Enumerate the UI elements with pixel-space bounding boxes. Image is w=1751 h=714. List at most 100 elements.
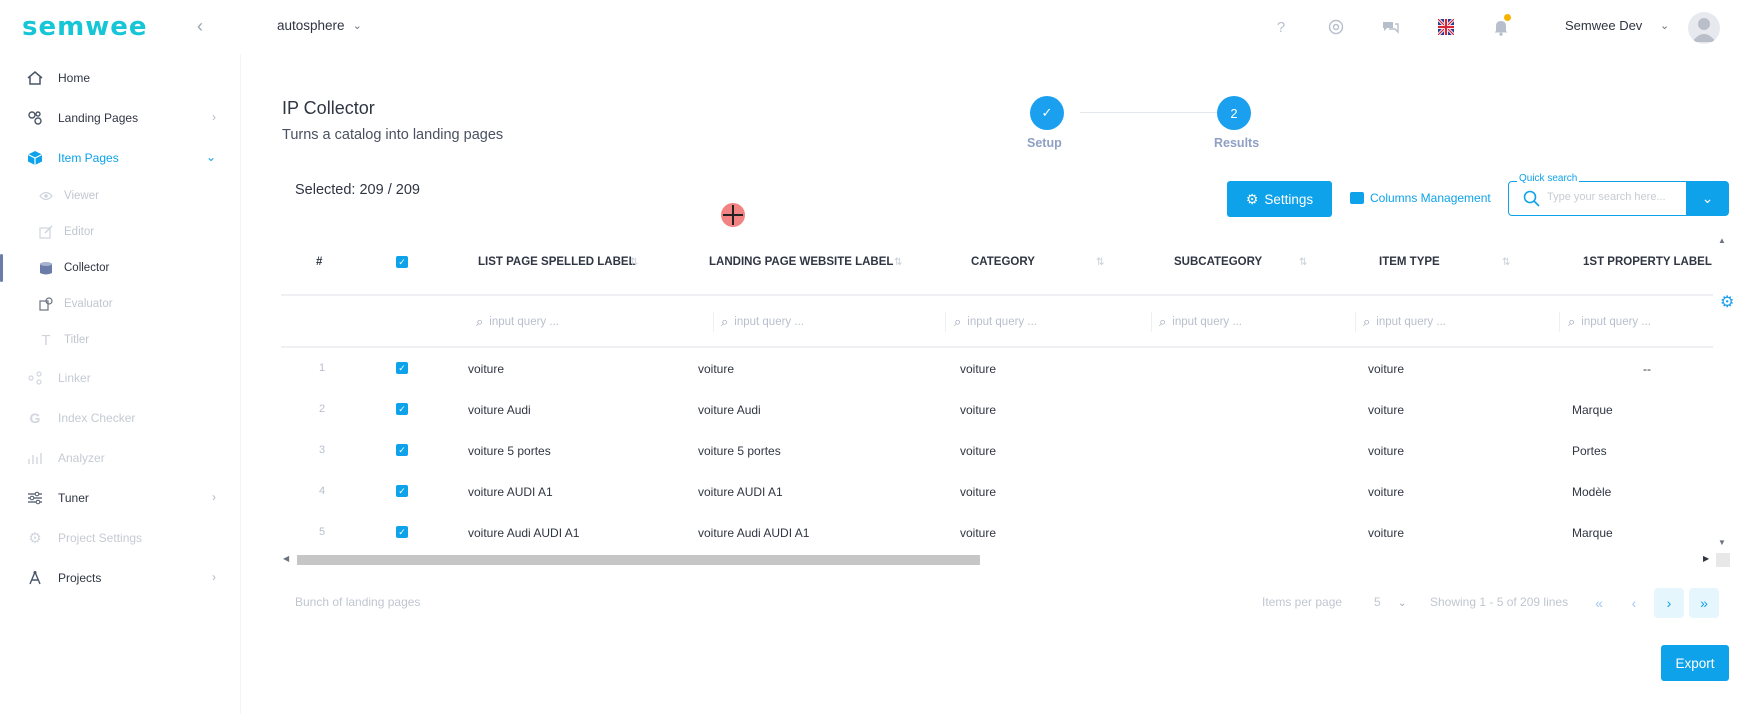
column-header-index[interactable]: # xyxy=(316,256,322,268)
column-divider xyxy=(1559,312,1560,332)
sidebar-item-home[interactable]: Home xyxy=(0,58,240,98)
filter-input-first-property[interactable]: ⌕ input query ... xyxy=(1568,314,1651,330)
previous-page-button[interactable]: ‹ xyxy=(1619,588,1649,618)
user-menu[interactable]: Semwee Dev xyxy=(1565,18,1642,33)
filter-input-item-type[interactable]: ⌕ input query ... xyxy=(1363,314,1446,330)
column-divider xyxy=(1151,312,1152,332)
table-row[interactable]: 5 ✓ voiture Audi AUDI A1 voiture Audi AU… xyxy=(281,512,1713,553)
column-header-category[interactable]: CATEGORY xyxy=(971,256,1035,268)
search-dropdown-button[interactable]: ⌄ xyxy=(1686,181,1729,216)
last-page-button[interactable]: » xyxy=(1689,588,1719,618)
column-header-subcategory[interactable]: SUBCATEGORY xyxy=(1174,256,1262,268)
filter-input-category[interactable]: ⌕ input query ... xyxy=(954,314,1037,330)
gears-icon: ⚙ xyxy=(1245,190,1259,207)
sidebar-subitem-evaluator[interactable]: Evaluator xyxy=(0,286,240,322)
search-icon xyxy=(1523,190,1540,212)
column-header-list-page-label[interactable]: LIST PAGE SPELLED LABEL xyxy=(478,256,636,268)
filter-input-landing-page-label[interactable]: ⌕ input query ... xyxy=(721,314,804,330)
scrollbar-thumb[interactable] xyxy=(297,555,980,565)
step-results-circle[interactable]: 2 xyxy=(1217,96,1251,130)
table-row[interactable]: 3 ✓ voiture 5 portes voiture 5 portes vo… xyxy=(281,430,1713,471)
uk-flag-icon[interactable] xyxy=(1435,16,1457,38)
scroll-down-arrow[interactable]: ▼ xyxy=(1718,538,1726,547)
sidebar-subitem-viewer[interactable]: Viewer xyxy=(0,178,240,214)
sidebar-item-project-settings[interactable]: ⚙ Project Settings xyxy=(0,518,240,558)
cell-item-type: voiture xyxy=(1368,485,1405,499)
sort-icon[interactable]: ⇅ xyxy=(630,257,638,268)
app-window: semwee ‹ Home Landing Pages › Item Pages… xyxy=(0,0,1751,714)
filter-placeholder: input query ... xyxy=(967,316,1037,328)
sidebar-item-label: Project Settings xyxy=(58,531,143,545)
settings-button[interactable]: ⚙ Settings xyxy=(1227,181,1332,217)
row-checkbox[interactable]: ✓ xyxy=(396,485,408,497)
help-icon[interactable]: ? xyxy=(1270,16,1292,38)
sidebar-subitem-titler[interactable]: T Titler xyxy=(0,322,240,358)
sort-icon[interactable]: ⇅ xyxy=(1502,257,1510,268)
filter-input-subcategory[interactable]: ⌕ input query ... xyxy=(1159,314,1242,330)
cell-website-label: voiture AUDI A1 xyxy=(698,485,783,499)
horizontal-scrollbar[interactable]: ◀ ▶ xyxy=(281,553,1713,567)
search-icon: ⌕ xyxy=(476,314,484,329)
sidebar-item-label: Landing Pages xyxy=(58,111,139,125)
row-checkbox[interactable]: ✓ xyxy=(396,362,408,374)
cube-icon xyxy=(26,149,44,167)
cell-list-label: voiture Audi AUDI A1 xyxy=(468,526,580,540)
chevron-right-icon: › xyxy=(212,490,216,504)
step-results-label: Results xyxy=(1214,136,1260,150)
cell-website-label: voiture Audi xyxy=(698,403,761,417)
table-row[interactable]: 2 ✓ voiture Audi voiture Audi voiture vo… xyxy=(281,389,1713,430)
sidebar-item-linker[interactable]: Linker xyxy=(0,358,240,398)
sidebar-item-tuner[interactable]: Tuner › xyxy=(0,478,240,518)
bell-icon[interactable] xyxy=(1490,14,1512,38)
row-checkbox[interactable]: ✓ xyxy=(396,444,408,456)
project-select[interactable]: autosphere ⌄ xyxy=(277,18,362,33)
cell-item-type: voiture xyxy=(1368,362,1405,376)
step-setup-circle[interactable]: ✓ xyxy=(1030,96,1064,130)
sidebar-item-projects[interactable]: Projects › xyxy=(0,558,240,598)
sidebar-item-index-checker[interactable]: G Index Checker xyxy=(0,398,240,438)
scroll-left-arrow[interactable]: ◀ xyxy=(283,554,289,563)
avatar[interactable] xyxy=(1688,12,1720,44)
filter-row: ⌕ input query ... ⌕ input query ... ⌕ input… xyxy=(281,298,1713,348)
table-row[interactable]: 4 ✓ voiture AUDI A1 voiture AUDI A1 voit… xyxy=(281,471,1713,512)
support-icon[interactable] xyxy=(1325,16,1347,38)
row-checkbox[interactable]: ✓ xyxy=(396,403,408,415)
sidebar-subitem-editor[interactable]: Editor xyxy=(0,214,240,250)
pagination-summary: Showing 1 - 5 of 209 lines xyxy=(1430,595,1569,609)
settings-button-label: Settings xyxy=(1264,191,1314,207)
quick-search-input[interactable] xyxy=(1547,191,1677,203)
column-header-item-type[interactable]: ITEM TYPE xyxy=(1379,256,1440,268)
mouse-cursor xyxy=(721,203,745,227)
sidebar-item-analyzer[interactable]: Analyzer xyxy=(0,438,240,478)
sidebar-item-landing-pages[interactable]: Landing Pages › xyxy=(0,98,240,138)
row-index: 4 xyxy=(319,485,326,497)
sidebar-item-item-pages[interactable]: Item Pages ⌄ xyxy=(0,138,240,178)
collapse-sidebar-button[interactable]: ‹ xyxy=(190,16,210,36)
column-header-first-property[interactable]: 1ST PROPERTY LABEL xyxy=(1583,256,1712,268)
chat-icon[interactable] xyxy=(1380,16,1402,38)
columns-management-button[interactable]: Columns Management xyxy=(1350,191,1491,205)
chevron-down-icon[interactable]: ⌄ xyxy=(1660,19,1669,32)
select-all-checkbox[interactable]: ✓ xyxy=(396,256,408,268)
column-header-landing-page-label[interactable]: LANDING PAGE WEBSITE LABEL xyxy=(709,256,893,268)
chevron-down-icon: ⌄ xyxy=(352,20,362,32)
sidebar-item-label: Tuner xyxy=(58,491,89,505)
sort-icon[interactable]: ⇅ xyxy=(1096,257,1104,268)
row-checkbox[interactable]: ✓ xyxy=(396,526,408,538)
first-page-button[interactable]: « xyxy=(1584,588,1614,618)
sidebar-item-label: Linker xyxy=(58,371,91,385)
table-settings-gear-icon[interactable]: ⚙ xyxy=(1720,292,1734,312)
sidebar-subitem-collector[interactable]: Collector xyxy=(0,250,240,286)
notification-dot xyxy=(1504,14,1511,21)
sort-icon[interactable]: ⇅ xyxy=(894,257,902,268)
filter-input-list-page-label[interactable]: ⌕ input query ... xyxy=(476,314,559,330)
sort-icon[interactable]: ⇅ xyxy=(1299,257,1307,268)
scroll-up-arrow[interactable]: ▲ xyxy=(1718,236,1726,245)
export-button[interactable]: Export xyxy=(1661,645,1729,681)
next-page-button[interactable]: › xyxy=(1654,588,1684,618)
table-row[interactable]: 1 ✓ voiture voiture voiture voiture -- xyxy=(281,348,1713,389)
items-per-page-select[interactable]: 5 ⌄ xyxy=(1374,595,1406,609)
scroll-right-arrow[interactable]: ▶ xyxy=(1703,554,1709,563)
footer-note: Bunch of landing pages xyxy=(295,595,421,609)
edit-icon xyxy=(38,224,54,240)
